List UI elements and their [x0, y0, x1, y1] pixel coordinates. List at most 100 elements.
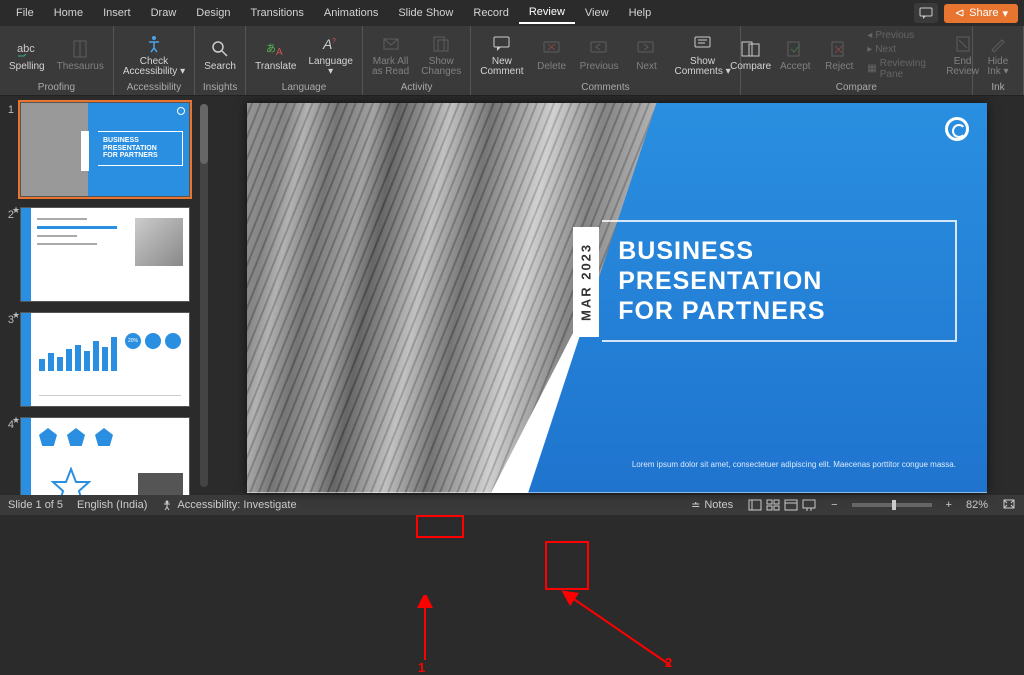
ribbon-group-language: あA Translate A? Language ▾ Language [246, 26, 363, 95]
mark-read-icon [380, 33, 402, 55]
ribbon-group-comments: New Comment Delete Previous Next Show Co… [471, 26, 740, 95]
slide-date-box: MAR 2023 [573, 227, 599, 337]
slideshow-view-icon[interactable] [801, 498, 817, 512]
accept-icon [784, 38, 806, 60]
menu-insert[interactable]: Insert [93, 3, 141, 23]
zoom-out[interactable]: − [831, 499, 837, 511]
view-mode-buttons [747, 498, 817, 512]
svg-text:?: ? [332, 38, 336, 45]
reviewing-pane: ▦ Reviewing Pane [864, 57, 937, 81]
end-review-button: End Review [944, 31, 982, 79]
thumb-number: 1 [2, 102, 14, 197]
status-bar: Slide 1 of 5 English (India) Accessibili… [0, 495, 1024, 515]
search-icon [209, 38, 231, 60]
compare-next: ▸ Next [864, 43, 937, 56]
spelling-icon: abc [16, 38, 38, 60]
ink-icon [987, 33, 1009, 55]
menu-design[interactable]: Design [186, 3, 240, 23]
slide-thumbnail-4[interactable] [20, 417, 190, 495]
thumbnail-panel: 1 BUSINESSPRESENTATIONFOR PARTNERS 2 ★ 3 [0, 96, 210, 495]
translate-button[interactable]: あA Translate [252, 36, 299, 74]
language-button[interactable]: A? Language ▾ [305, 31, 356, 79]
language-icon: A? [320, 33, 342, 55]
svg-text:abc: abc [17, 43, 35, 55]
slide-logo-icon [945, 117, 969, 141]
svg-text:A: A [322, 36, 332, 52]
reject-button: Reject [820, 36, 858, 74]
menu-draw[interactable]: Draw [141, 3, 187, 23]
normal-view-icon[interactable] [747, 498, 763, 512]
menu-bar: File Home Insert Draw Design Transitions… [0, 0, 1024, 26]
search-button[interactable]: Search [201, 36, 239, 74]
slide-title-box: BUSINESSPRESENTATIONFOR PARTNERS [602, 220, 957, 342]
compare-icon [740, 38, 762, 60]
menu-transitions[interactable]: Transitions [241, 3, 314, 23]
new-comment-icon [491, 33, 513, 55]
ribbon-group-ink: Hide Ink ▾ Ink [973, 26, 1024, 95]
thesaurus-button: Thesaurus [54, 36, 107, 74]
current-slide[interactable]: MAR 2023 BUSINESSPRESENTATIONFOR PARTNER… [247, 103, 987, 493]
menu-record[interactable]: Record [463, 3, 518, 23]
spelling-button[interactable]: abc Spelling [6, 36, 48, 74]
sorter-view-icon[interactable] [765, 498, 781, 512]
slide-thumbnail-2[interactable] [20, 207, 190, 302]
translate-icon: あA [265, 38, 287, 60]
delete-comment-button: Delete [533, 36, 571, 74]
check-accessibility-button[interactable]: Check Accessibility ▾ [120, 31, 188, 79]
thesaurus-icon [69, 38, 91, 60]
show-comments-icon [692, 33, 714, 55]
zoom-in[interactable]: + [946, 499, 952, 511]
menu-home[interactable]: Home [44, 3, 93, 23]
compare-button[interactable]: Compare [731, 36, 770, 74]
svg-text:A: A [276, 47, 283, 58]
status-accessibility[interactable]: Accessibility: Investigate [161, 499, 296, 511]
workspace: 1 BUSINESSPRESENTATIONFOR PARTNERS 2 ★ 3 [0, 96, 1024, 495]
reject-icon [828, 38, 850, 60]
slide-canvas[interactable]: MAR 2023 BUSINESSPRESENTATIONFOR PARTNER… [210, 96, 1024, 495]
ribbon-group-activity: Mark All as Read Show Changes Activity [363, 26, 471, 95]
share-button[interactable]: Share ▾ [944, 4, 1018, 23]
delete-comment-icon [541, 38, 563, 60]
show-comments-button[interactable]: Show Comments ▾ [671, 31, 733, 79]
hide-ink-button: Hide Ink ▾ [979, 31, 1017, 79]
status-language[interactable]: English (India) [77, 499, 147, 511]
slide-thumbnail-3[interactable]: 20% [20, 312, 190, 407]
next-comment-icon [635, 38, 657, 60]
prev-comment-button: Previous [577, 36, 622, 74]
zoom-value[interactable]: 82% [966, 499, 988, 511]
thumb-number: 3 [2, 312, 14, 407]
menu-animations[interactable]: Animations [314, 3, 388, 23]
thumb-number: 2 [2, 207, 14, 302]
notes-button[interactable]: ≐ Notes [691, 499, 733, 512]
slide-thumbnail-1[interactable]: BUSINESSPRESENTATIONFOR PARTNERS [20, 102, 190, 197]
show-changes-icon [430, 33, 452, 55]
end-review-icon [952, 33, 974, 55]
zoom-slider[interactable] [852, 503, 932, 507]
slide-subtitle: Lorem ipsum dolor sit amet, consectetuer… [632, 460, 958, 469]
thumb-number: 4 [2, 417, 14, 495]
new-comment-button[interactable]: New Comment [477, 31, 526, 79]
menu-slideshow[interactable]: Slide Show [388, 3, 463, 23]
accept-button: Accept [776, 36, 814, 74]
ribbon: abc Spelling Thesaurus Proofing Check Ac… [0, 26, 1024, 96]
compare-prev: ◂ Previous [864, 29, 937, 42]
ribbon-group-proofing: abc Spelling Thesaurus Proofing [0, 26, 114, 95]
ribbon-group-compare: Compare Accept Reject ◂ Previous ▸ Next … [741, 26, 973, 95]
comments-pane-icon[interactable] [914, 3, 938, 23]
prev-comment-icon [588, 38, 610, 60]
menu-review[interactable]: Review [519, 2, 575, 24]
menu-view[interactable]: View [575, 3, 619, 23]
svg-text:あ: あ [266, 43, 276, 55]
next-comment-button: Next [627, 36, 665, 74]
mark-all-read-button: Mark All as Read [369, 31, 412, 79]
status-slide-number: Slide 1 of 5 [8, 499, 63, 511]
menu-help[interactable]: Help [619, 3, 662, 23]
menu-file[interactable]: File [6, 3, 44, 23]
accessibility-icon [143, 33, 165, 55]
ribbon-group-insights: Search Insights [195, 26, 246, 95]
show-changes-button: Show Changes [418, 31, 464, 79]
ribbon-group-accessibility: Check Accessibility ▾ Accessibility [114, 26, 195, 95]
fit-to-window-icon[interactable] [1002, 498, 1016, 513]
thumbnail-scrollbar[interactable] [200, 104, 208, 487]
reading-view-icon[interactable] [783, 498, 799, 512]
